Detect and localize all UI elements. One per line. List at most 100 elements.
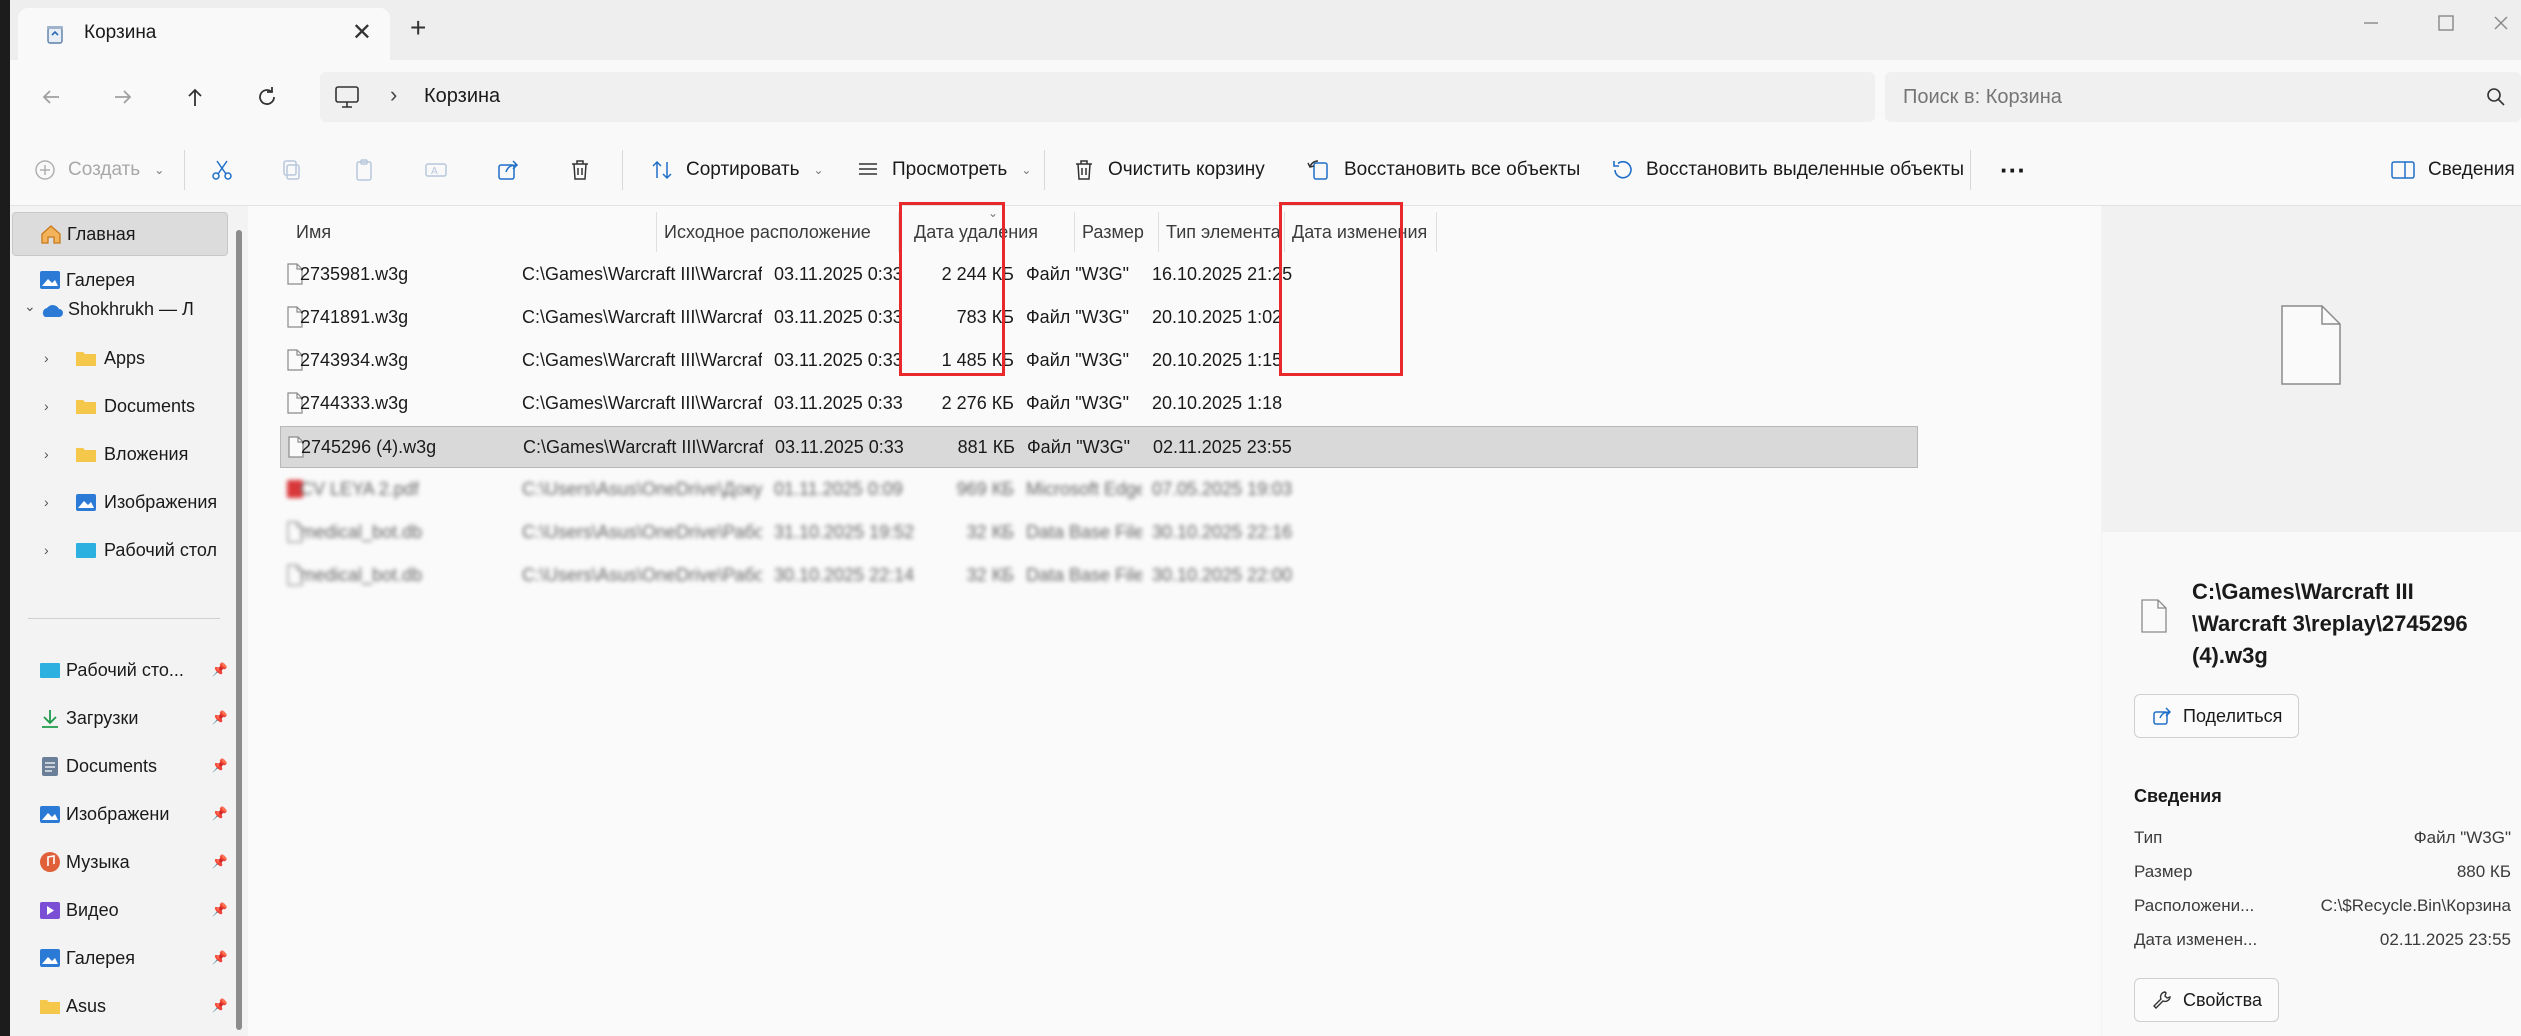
computer-icon <box>335 86 359 108</box>
chevron-down-icon[interactable]: ⌄ <box>24 298 36 315</box>
column-header-size[interactable]: Размер <box>1082 212 1144 252</box>
column-header-type[interactable]: Тип элемента <box>1166 212 1281 252</box>
forward-button[interactable] <box>104 78 142 116</box>
sidebar-pinned-item[interactable]: Галерея 📌 <box>12 936 228 980</box>
sidebar-item-apps[interactable]: › Apps <box>12 336 228 380</box>
chevron-right-icon[interactable]: › <box>44 446 49 462</box>
close-tab-icon[interactable]: ✕ <box>352 18 372 47</box>
sidebar-pinned-item[interactable]: Видео 📌 <box>12 888 228 932</box>
sidebar-pinned-item[interactable]: Загрузки 📌 <box>12 696 228 740</box>
restore-all-label: Восстановить все объекты <box>1344 159 1581 180</box>
rename-button[interactable]: A <box>424 134 450 206</box>
column-divider[interactable] <box>1436 212 1437 252</box>
pin-icon[interactable]: 📌 <box>212 806 228 822</box>
file-name: 2743934.w3g <box>300 350 409 370</box>
breadcrumb-item[interactable]: Корзина <box>424 85 500 108</box>
file-origin: C:\Users\Asus\OneDrive\Документы\GitHub\… <box>522 479 762 499</box>
sidebar-pinned-item[interactable]: Изображени 📌 <box>12 792 228 836</box>
pin-icon[interactable]: 📌 <box>212 710 228 726</box>
pin-icon[interactable]: 📌 <box>212 950 228 966</box>
share-button[interactable]: Поделиться <box>2134 694 2300 738</box>
file-name: CV LEYA 2.pdf <box>300 479 419 499</box>
file-name: 2744333.w3g <box>300 393 409 413</box>
more-options-button[interactable]: ··· <box>2000 134 2026 206</box>
table-row[interactable]: medical_bot.db C:\Users\Asus\OneDrive\Раб… <box>280 555 1918 597</box>
properties-button[interactable]: Свойства <box>2134 978 2280 1022</box>
file-origin: C:\Games\Warcraft III\Warcraft 3\replay <box>522 350 762 370</box>
share-button[interactable] <box>496 134 520 206</box>
breadcrumb[interactable]: › Корзина <box>320 72 1875 122</box>
restore-all-button[interactable]: Восстановить все объекты <box>1306 134 1580 206</box>
search-box[interactable] <box>1885 72 2521 122</box>
column-divider[interactable] <box>1158 212 1159 252</box>
pin-icon[interactable]: 📌 <box>212 902 228 918</box>
restore-all-icon <box>1307 160 1328 180</box>
column-header-origin[interactable]: Исходное расположение <box>664 212 871 252</box>
pin-icon[interactable]: 📌 <box>212 758 228 774</box>
table-row[interactable]: 2743934.w3g C:\Games\Warcraft III\Warcraf… <box>280 340 1918 382</box>
sidebar-pinned-item[interactable]: Музыка 📌 <box>12 840 228 884</box>
column-header-name[interactable]: Имя <box>296 212 331 252</box>
table-row[interactable]: 2735981.w3g C:\Games\Warcraft III\Warcraf… <box>280 254 1918 296</box>
file-type: Microsoft Edge PDF ... <box>1026 479 1142 499</box>
file-size: 969 КБ <box>956 479 1014 499</box>
paste-button[interactable] <box>352 134 376 206</box>
chevron-right-icon[interactable]: › <box>44 542 49 558</box>
sidebar-item-attachments[interactable]: › Вложения <box>12 432 228 476</box>
minimize-icon[interactable] <box>2360 12 2382 34</box>
sidebar-item-home[interactable]: Главная <box>12 212 228 256</box>
file-size: 881 КБ <box>957 437 1015 457</box>
up-button[interactable] <box>176 78 214 116</box>
sidebar-pinned-item[interactable]: Рабочий сто... 📌 <box>12 648 228 692</box>
search-input[interactable] <box>1903 82 2443 112</box>
view-button[interactable]: Просмотреть ⌄ <box>856 134 1031 206</box>
sidebar-pinned-item[interactable]: Documents 📌 <box>12 744 228 788</box>
sidebar-item-label: Documents <box>104 395 196 416</box>
sidebar-item-desktop[interactable]: › Рабочий стол <box>12 528 228 572</box>
restore-selected-button[interactable]: Восстановить выделенные объекты <box>1610 134 1964 206</box>
pin-icon[interactable]: 📌 <box>212 662 228 678</box>
close-window-icon[interactable] <box>2490 12 2512 34</box>
file-type: Файл "W3G" <box>1027 437 1131 457</box>
pin-icon[interactable]: 📌 <box>212 854 228 870</box>
trash-icon <box>572 160 588 180</box>
create-button[interactable]: Создать ⌄ <box>34 134 164 206</box>
refresh-button[interactable] <box>248 78 286 116</box>
table-row[interactable]: CV LEYA 2.pdf C:\Users\Asus\OneDrive\Доку… <box>280 469 1918 511</box>
property-key: Размер <box>2134 862 2193 881</box>
empty-recycle-bin-button[interactable]: Очистить корзину <box>1072 134 1265 206</box>
copy-button[interactable] <box>280 134 304 206</box>
file-origin: C:\Games\Warcraft III\Warcraft 3\replay <box>522 307 762 327</box>
table-row[interactable]: 2745296 (4).w3g C:\Games\Warcraft III\War… <box>280 426 1918 468</box>
highlight-box-modified-date <box>1279 202 1403 376</box>
sort-button[interactable]: Сортировать ⌄ <box>650 134 824 206</box>
details-pane-button[interactable]: Сведения <box>2390 134 2515 206</box>
back-button[interactable] <box>32 78 70 116</box>
sidebar-item-onedrive[interactable]: ⌄ Shokhrukh — Л <box>12 288 228 332</box>
maximize-icon[interactable] <box>2435 12 2457 34</box>
chevron-right-icon[interactable]: › <box>44 494 49 510</box>
table-row[interactable]: 2744333.w3g C:\Games\Warcraft III\Warcraf… <box>280 383 1918 425</box>
sidebar-item-images[interactable]: › Изображения <box>12 480 228 524</box>
more-icon: ··· <box>2000 154 2026 185</box>
chevron-right-icon[interactable]: › <box>44 398 49 414</box>
sidebar-pinned-item[interactable]: Asus 📌 <box>12 984 228 1028</box>
search-icon[interactable] <box>2485 86 2507 108</box>
new-tab-button[interactable]: + <box>410 14 426 42</box>
svg-text:A: A <box>431 166 438 177</box>
delete-button[interactable] <box>568 134 592 206</box>
sidebar-item-documents[interactable]: › Documents <box>12 384 228 428</box>
file-size: 32 КБ <box>966 565 1014 585</box>
scissors-icon <box>212 160 232 180</box>
tab-recycle-bin[interactable]: Корзина ✕ <box>18 8 390 60</box>
plus-circle-icon <box>35 160 55 180</box>
chevron-right-icon[interactable]: › <box>44 350 49 366</box>
column-divider[interactable] <box>656 212 657 252</box>
pin-icon[interactable]: 📌 <box>212 998 228 1014</box>
column-divider[interactable] <box>1074 212 1075 252</box>
table-row[interactable]: 2741891.w3g C:\Games\Warcraft III\Warcraf… <box>280 297 1918 339</box>
table-row[interactable]: medical_bot.db C:\Users\Asus\OneDrive\Раб… <box>280 512 1918 554</box>
file-origin: C:\Games\Warcraft III\Warcraft 3\replay <box>522 264 762 284</box>
sidebar-scrollbar[interactable] <box>236 230 242 1030</box>
cut-button[interactable] <box>210 134 234 206</box>
